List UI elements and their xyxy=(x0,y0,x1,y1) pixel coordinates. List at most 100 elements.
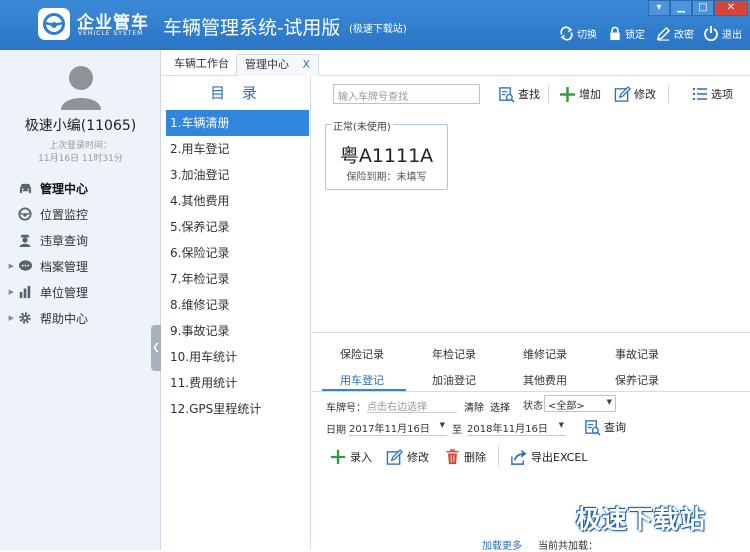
window-maximize-button[interactable]: □ xyxy=(692,0,714,16)
vehicle-status: 正常(未使用) xyxy=(331,118,393,133)
directory-item[interactable]: 2.用车登记 xyxy=(166,136,309,162)
directory-item[interactable]: 6.保险记录 xyxy=(166,240,309,266)
window-minimize-button[interactable]: ▁ xyxy=(670,0,692,16)
subtab-maintenance[interactable]: 保养记录 xyxy=(615,372,659,388)
steering-wheel-logo-icon xyxy=(43,13,65,35)
date-to-label: 至 xyxy=(452,425,462,436)
subtab-insurance-records[interactable]: 保险记录 xyxy=(340,346,384,362)
trash-icon xyxy=(446,449,459,465)
clear-button[interactable]: 清除 xyxy=(464,399,484,414)
modify-label: 修改 xyxy=(634,88,656,101)
find-button[interactable]: 查找 xyxy=(498,83,540,105)
plate-filter-input[interactable]: 点击右边选择 xyxy=(367,396,457,413)
nav-label: 位置监控 xyxy=(40,207,89,222)
window-close-button[interactable]: ✕ xyxy=(714,0,748,16)
subtab-other-expenses[interactable]: 其他费用 xyxy=(523,372,567,388)
subtab-accident-records[interactable]: 事故记录 xyxy=(615,346,659,362)
directory-title: 目 录 xyxy=(210,84,263,102)
directory-item[interactable]: 7.年检记录 xyxy=(166,266,309,292)
toolbar-divider xyxy=(668,85,669,103)
nav-label: 档案管理 xyxy=(40,259,89,274)
subtab-refuel[interactable]: 加油登记 xyxy=(432,372,476,388)
switch-button[interactable]: 切换 xyxy=(559,24,597,42)
directory-item[interactable]: 11.费用统计 xyxy=(166,370,309,396)
subtab-inspection-records[interactable]: 年检记录 xyxy=(432,346,476,362)
toolbar-divider xyxy=(548,85,549,103)
tab-close-button[interactable]: X xyxy=(303,58,311,71)
user-avatar-icon[interactable] xyxy=(60,64,102,110)
subtab-vehicle-usage[interactable]: 用车登记 xyxy=(340,372,384,388)
vehicle-card[interactable]: 正常(未使用) 粤A1111A 保险到期：未填写 xyxy=(325,118,448,190)
directory-item[interactable]: 12.GPS里程统计 xyxy=(166,396,309,422)
user-name: 极速小编(11065) xyxy=(24,118,137,134)
date-to-field[interactable]: 2018年11月16日 ▼ xyxy=(467,418,566,436)
logout-button[interactable]: 退出 xyxy=(703,24,742,42)
nav-item-violation-query[interactable]: 违章查询 xyxy=(0,228,160,252)
lock-button[interactable]: 锁定 xyxy=(608,24,645,42)
change-password-button[interactable]: 改密 xyxy=(656,24,694,42)
subtab-repair-records[interactable]: 维修记录 xyxy=(523,346,567,362)
modify-record-label: 修改 xyxy=(407,451,429,464)
chevron-down-icon: ▼ xyxy=(558,421,564,429)
power-icon xyxy=(704,26,718,41)
options-label: 选项 xyxy=(711,88,733,101)
tab-label: 管理中心 xyxy=(245,58,289,71)
app-logo xyxy=(38,8,70,40)
add-button[interactable]: 增加 xyxy=(559,83,601,105)
nav-item-location-monitor[interactable]: 位置监控 xyxy=(0,202,160,226)
options-button[interactable]: 选项 xyxy=(692,83,733,105)
app-title: 车辆管理系统-试用版 xyxy=(163,17,341,39)
status-select[interactable]: <全部> ▼ xyxy=(544,395,616,412)
tab-bar: 车辆工作台 管理中心 X xyxy=(162,50,750,76)
nav-item-archive-management[interactable]: ▶ 档案管理 xyxy=(0,254,160,278)
directory-item[interactable]: 10.用车统计 xyxy=(166,344,309,370)
tab-vehicle-workbench[interactable]: 车辆工作台 xyxy=(166,54,237,76)
modify-button[interactable]: 修改 xyxy=(614,83,656,105)
nav-item-management-center[interactable]: 管理中心 xyxy=(0,176,160,200)
directory-item[interactable]: 1.车辆清册 xyxy=(166,110,309,136)
directory-item[interactable]: 3.加油登记 xyxy=(166,162,309,188)
sidebar-collapse-handle[interactable]: ❮ xyxy=(151,325,161,371)
nav-label: 帮助中心 xyxy=(40,311,89,326)
nav-item-help-center[interactable]: ▶ 帮助中心 xyxy=(0,306,160,330)
choose-button[interactable]: 选择 xyxy=(490,399,510,414)
chevron-down-icon: ▼ xyxy=(606,398,612,406)
plus-icon xyxy=(330,449,346,465)
directory-panel: 目 录 1.车辆清册 2.用车登记 3.加油登记 4.其他费用 5.保养记录 6… xyxy=(162,76,311,550)
nav-label: 单位管理 xyxy=(40,285,89,300)
delete-label: 删除 xyxy=(464,451,486,464)
lock-label: 锁定 xyxy=(625,29,645,41)
directory-item[interactable]: 9.事故记录 xyxy=(166,318,309,344)
directory-item[interactable]: 5.保养记录 xyxy=(166,214,309,240)
tab-label: 车辆工作台 xyxy=(174,57,229,70)
plate-search-input[interactable]: 输入车牌号查找 xyxy=(333,84,480,104)
enter-record-button[interactable]: 录入 xyxy=(330,447,372,467)
list-footer: 加载更多 当前共加载： xyxy=(312,535,750,552)
find-label: 查找 xyxy=(518,88,540,101)
car-icon xyxy=(19,183,31,193)
date-to-value: 2018年11月16日 xyxy=(467,424,548,435)
chevron-down-icon: ▼ xyxy=(439,421,445,429)
status-select-value: <全部> xyxy=(548,401,585,412)
window-menu-button[interactable]: ▾ xyxy=(648,0,670,16)
switch-icon xyxy=(560,25,573,41)
subtab-divider xyxy=(312,391,750,392)
query-button[interactable]: 查询 xyxy=(584,416,626,438)
directory-item[interactable]: 4.其他费用 xyxy=(166,188,309,214)
last-login-label: 上次登录时间： xyxy=(48,141,112,151)
date-from-field[interactable]: 2017年11月16日 ▼ xyxy=(349,418,447,436)
tab-management-center[interactable]: 管理中心 X xyxy=(236,54,320,76)
edit-icon xyxy=(386,448,403,465)
modify-record-button[interactable]: 修改 xyxy=(386,447,429,467)
delete-record-button[interactable]: 删除 xyxy=(445,447,486,467)
switch-label: 切换 xyxy=(577,29,597,41)
enter-label: 录入 xyxy=(350,451,372,464)
steering-wheel-icon xyxy=(18,207,32,221)
directory-item[interactable]: 8.维修记录 xyxy=(166,292,309,318)
find-icon xyxy=(499,86,515,103)
active-subtab-indicator xyxy=(322,389,406,391)
nav-item-unit-management[interactable]: ▶ 单位管理 xyxy=(0,280,160,304)
export-excel-button[interactable]: 导出EXCEL xyxy=(510,447,587,467)
police-icon xyxy=(19,234,31,247)
main-content: 输入车牌号查找 查找 增加 修改 选项 正常(未使用) 粤A1111A 保险到期… xyxy=(312,76,750,552)
